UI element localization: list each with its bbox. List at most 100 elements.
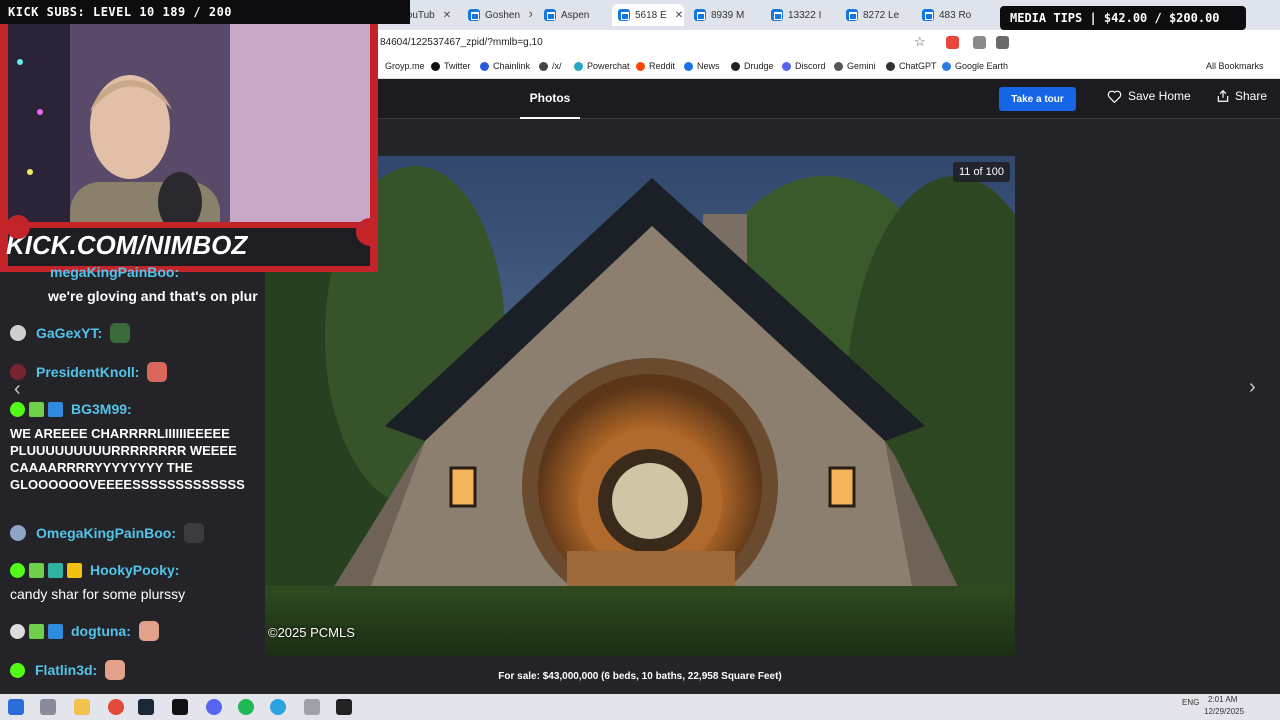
tab-photos[interactable]: Photos (520, 79, 580, 119)
chat-message: PresidentKnoll: (10, 362, 168, 382)
telegram-icon[interactable] (270, 699, 286, 715)
clock-date[interactable]: 12/29/2025 (1204, 707, 1244, 716)
chat-message-text: WE AREEEE CHARRRRLIIIIIIEEEEE PLUUUUUUUU… (10, 426, 245, 492)
task-view-icon[interactable] (40, 699, 56, 715)
chatgpt-icon (886, 61, 895, 71)
bookmark-powerchat[interactable]: Powerchat (574, 61, 630, 71)
chat-username[interactable]: HookyPooky: (90, 562, 179, 578)
zillow-icon (544, 9, 556, 21)
chat-message: OmegaKingPainBoo: (10, 523, 205, 543)
bookmark-groyp[interactable]: Groyp.me (385, 61, 425, 71)
extension-icon[interactable] (973, 36, 986, 49)
chat-username[interactable]: GaGexYT: (36, 325, 102, 341)
tab-13322[interactable]: 13322 I✕ (765, 4, 837, 26)
url-field[interactable]: 84604/122537467_zpid/?mmlb=g,10 (380, 37, 543, 48)
start-icon[interactable] (8, 699, 24, 715)
google-earth-icon (942, 61, 951, 71)
emote-icon (147, 362, 168, 382)
language-indicator[interactable]: ENG (1182, 698, 1199, 707)
zillow-icon (771, 9, 783, 21)
photo-copyright: ©2025 PCMLS (268, 625, 355, 640)
tab-483[interactable]: 483 Ro (916, 4, 996, 26)
obs-icon[interactable] (336, 699, 352, 715)
tab-close-icon[interactable]: ✕ (443, 10, 451, 21)
app-icon[interactable] (304, 699, 320, 715)
chat-message: dogtuna: (10, 621, 159, 641)
tab-close-icon[interactable]: ✕ (608, 10, 610, 21)
bookmark-gemini[interactable]: Gemini (834, 61, 876, 71)
bookmark-star-icon[interactable]: ☆ (914, 34, 926, 50)
tab-label: 5618 E (635, 9, 667, 21)
chat-partial-message: we're gloving and that's on plur (48, 288, 258, 304)
user-avatar (10, 325, 26, 341)
media-tips-goal: MEDIA TIPS | $42.00 / $200.00 (1000, 6, 1246, 30)
file-explorer-icon[interactable] (74, 699, 90, 715)
tab-label: 8939 M (711, 9, 745, 21)
sub-badge-icon (10, 563, 25, 578)
face-emote-icon (105, 660, 126, 680)
bookmark-twitter[interactable]: Twitter (431, 61, 471, 71)
bookmark-chatgpt[interactable]: ChatGPT (886, 61, 937, 71)
chat-username[interactable]: Flatlin3d: (35, 662, 97, 678)
bookmark-news[interactable]: News (684, 61, 720, 71)
user-avatar (10, 364, 26, 380)
tab-label: 13322 I (788, 9, 822, 21)
diamond-badge-icon (29, 563, 44, 578)
share-button[interactable]: Share (1216, 89, 1267, 103)
tab-close-icon[interactable]: ✕ (675, 10, 683, 21)
spotify-icon[interactable] (238, 699, 254, 715)
news-icon (684, 61, 693, 71)
tab-label: Aspen (561, 9, 590, 21)
chat-partial-username: megaKingPainBoo: (50, 264, 180, 280)
bookmark-drudge[interactable]: Drudge (731, 61, 774, 71)
chat-message: Flatlin3d: (10, 660, 126, 680)
chat-username[interactable]: dogtuna: (71, 623, 131, 639)
powerchat-icon (574, 61, 583, 71)
chat-username[interactable]: OmegaKingPainBoo: (36, 525, 176, 541)
tab-5618-active[interactable]: 5618 E ✕ (612, 4, 684, 26)
chat-message: HookyPooky: (10, 562, 179, 578)
zillow-icon (694, 9, 706, 21)
tab-label: 483 Ro (939, 9, 972, 21)
chat-username[interactable]: BG3M99: (71, 401, 132, 417)
bookmark-discord[interactable]: Discord (782, 61, 826, 71)
tab-8939[interactable]: 8939 M✕ (688, 4, 760, 26)
terminal-icon[interactable] (172, 699, 188, 715)
x-logo-icon (431, 61, 440, 71)
clock-time[interactable]: 2:01 AM (1208, 695, 1237, 704)
bookmark-google-earth[interactable]: Google Earth (942, 61, 1008, 71)
zillow-icon (468, 9, 480, 21)
bookmark-x-board[interactable]: /x/ (539, 61, 562, 71)
take-tour-button[interactable]: Take a tour (999, 87, 1076, 111)
kick-subs-goal: KICK SUBS: LEVEL 10 189 / 200 (0, 0, 410, 24)
tab-goshen[interactable]: Goshen ✕ (462, 4, 532, 26)
og-badge-icon (48, 563, 63, 578)
santa-emote-icon (110, 323, 131, 343)
sub-badge-icon (10, 663, 25, 678)
bookmark-chainlink[interactable]: Chainlink (480, 61, 530, 71)
emote-icon (184, 523, 205, 543)
chrome-icon[interactable] (108, 699, 124, 715)
discord-icon[interactable] (206, 699, 222, 715)
tab-close-icon[interactable]: ✕ (528, 10, 532, 21)
photo-counter: 11 of 100 (953, 162, 1010, 182)
heart-icon (1107, 90, 1122, 103)
screen: YouTub✕ Goshen✕ Aspen✕ 5618 E✕ 8939 M✕ 1… (0, 0, 1280, 720)
sword-badge-icon (48, 624, 63, 639)
steam-icon[interactable] (138, 699, 154, 715)
tab-label: Goshen (485, 9, 521, 21)
extension-icon[interactable] (996, 36, 1009, 49)
next-photo-arrow-icon[interactable]: › (1249, 376, 1256, 399)
tab-8272[interactable]: 8272 Le✕ (840, 4, 912, 26)
zillow-icon (922, 9, 934, 21)
share-label: Share (1235, 89, 1268, 103)
chat-message-text: candy shar for some plurssy (10, 586, 186, 602)
all-bookmarks[interactable]: All Bookmarks (1206, 61, 1264, 71)
extension-gmail-icon[interactable] (946, 36, 959, 49)
chat-username[interactable]: PresidentKnoll: (36, 364, 139, 380)
banner-text: KICK.COM/NIMBOZ (6, 230, 248, 260)
bookmark-reddit[interactable]: Reddit (636, 61, 675, 71)
tab-aspen[interactable]: Aspen ✕ (538, 4, 610, 26)
tab-label: 8272 Le (863, 9, 900, 21)
save-home-button[interactable]: Save Home (1107, 89, 1191, 103)
